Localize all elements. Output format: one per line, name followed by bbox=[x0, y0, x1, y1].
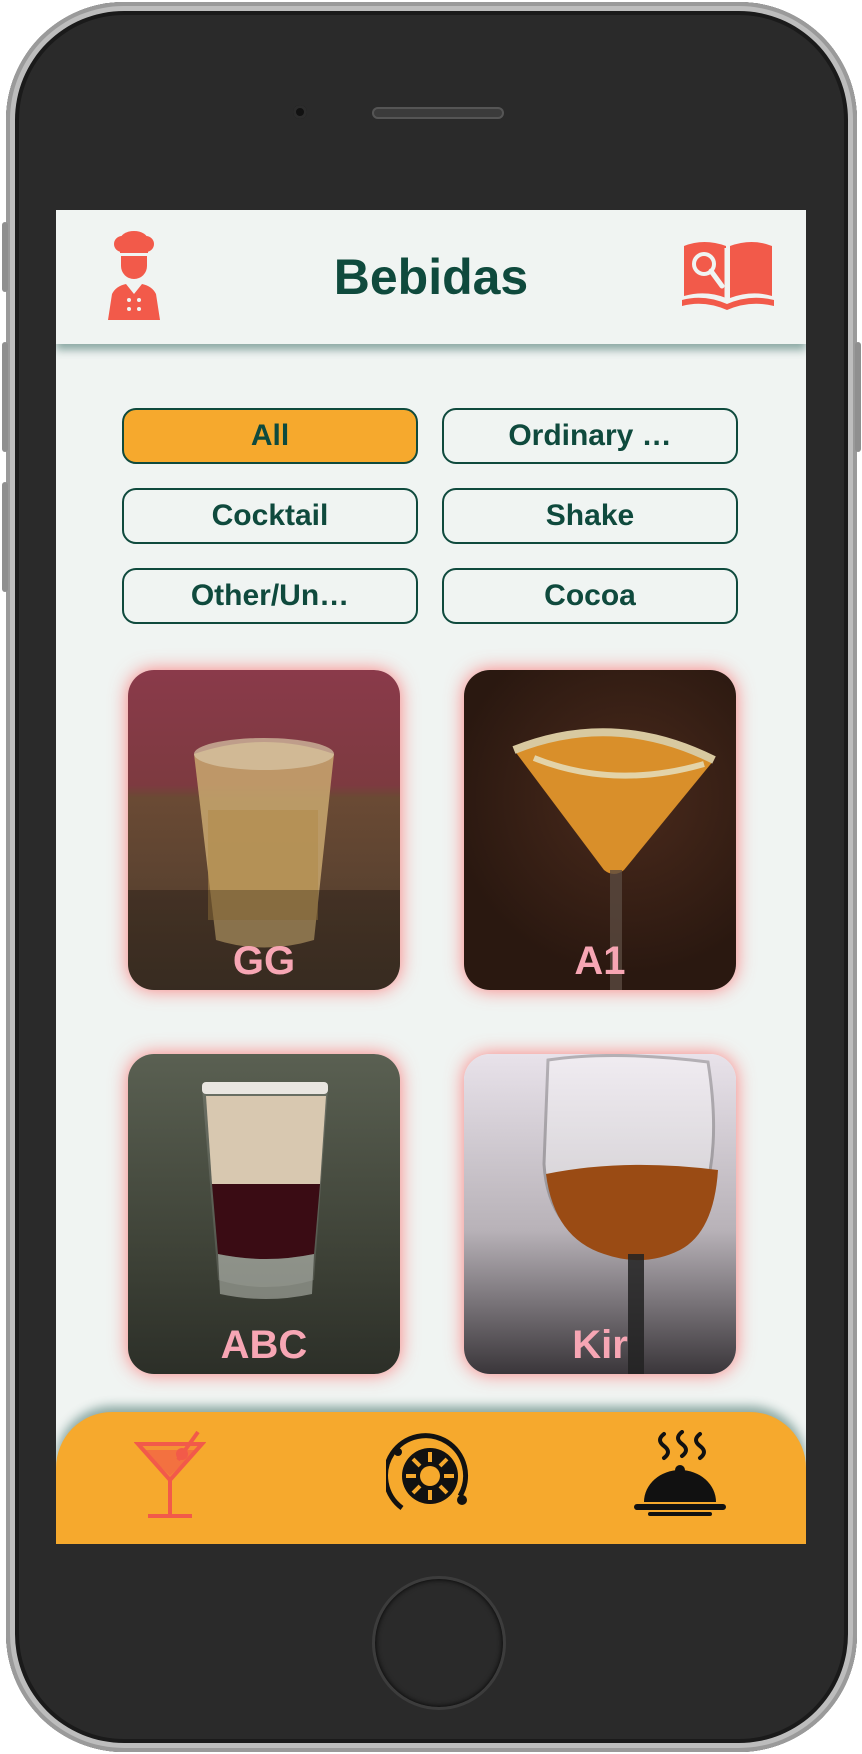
cocktail-icon[interactable] bbox=[134, 1430, 206, 1520]
drink-name: Kir bbox=[572, 1323, 628, 1367]
explore-icon[interactable] bbox=[386, 1430, 472, 1520]
drink-name: A1 bbox=[574, 939, 626, 983]
recipe-book-search-icon[interactable] bbox=[682, 240, 774, 310]
drink-name: ABC bbox=[220, 1323, 308, 1367]
bottom-navigation bbox=[56, 1412, 806, 1544]
drink-card[interactable]: Kir bbox=[464, 1054, 736, 1374]
volume-up-button bbox=[2, 342, 8, 452]
drink-name: GG bbox=[232, 939, 296, 983]
earpiece-speaker bbox=[372, 107, 504, 119]
mute-switch bbox=[2, 222, 8, 292]
filter-chip-cocktail[interactable]: Cocktail bbox=[122, 488, 418, 544]
filter-chip-all[interactable]: All bbox=[122, 408, 418, 464]
drink-card[interactable]: ABC bbox=[128, 1054, 400, 1374]
drink-card[interactable]: A1 bbox=[464, 670, 736, 990]
food-cloche-icon[interactable] bbox=[632, 1430, 728, 1520]
filter-chip-other[interactable]: Other/Un… bbox=[122, 568, 418, 624]
app-header: Bebidas bbox=[56, 210, 806, 344]
volume-down-button bbox=[2, 482, 8, 592]
filter-chip-shake[interactable]: Shake bbox=[442, 488, 738, 544]
home-button[interactable] bbox=[372, 1576, 506, 1710]
front-camera bbox=[293, 105, 307, 119]
app-screen: Bebidas All Ordinary … Cocktail Shake Ot… bbox=[56, 210, 806, 1544]
filter-chip-ordinary[interactable]: Ordinary … bbox=[442, 408, 738, 464]
drink-card[interactable]: GG bbox=[128, 670, 400, 990]
filter-chip-cocoa[interactable]: Cocoa bbox=[442, 568, 738, 624]
power-button bbox=[855, 342, 861, 452]
